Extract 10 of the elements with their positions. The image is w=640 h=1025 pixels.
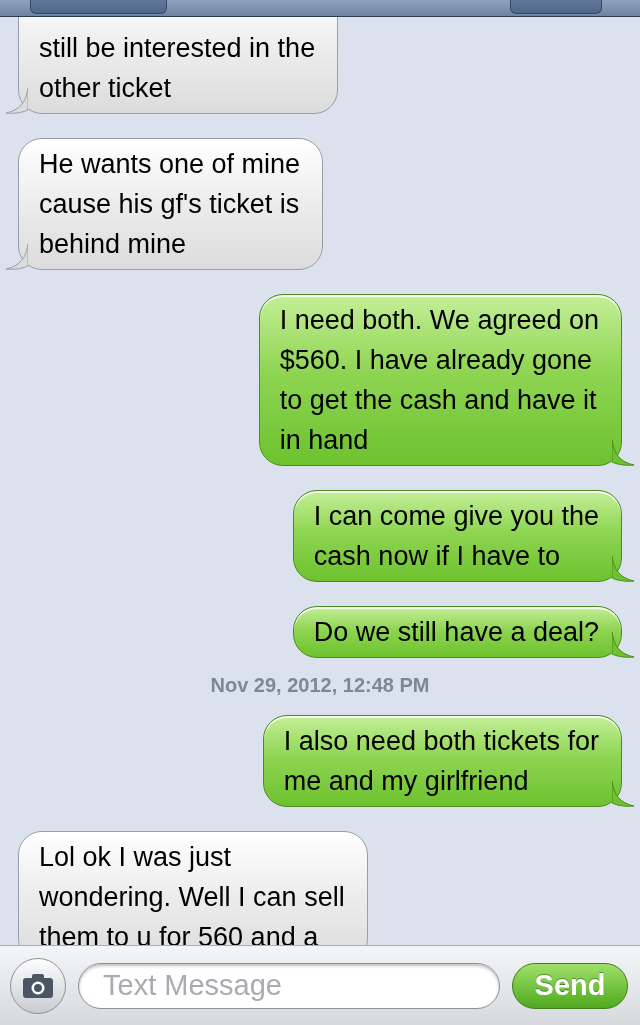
timestamp: Nov 29, 2012, 12:48 PM xyxy=(210,674,430,697)
bubble-tail-icon xyxy=(612,556,634,582)
bubble-tail-icon xyxy=(612,781,634,807)
bubble-tail-icon xyxy=(6,88,28,114)
bubble-tail-icon xyxy=(6,244,28,270)
bubble-tail-icon xyxy=(612,440,634,466)
message-field[interactable]: Text Message xyxy=(78,962,500,1009)
send-button[interactable]: Send xyxy=(512,962,628,1009)
camera-icon xyxy=(22,972,54,999)
bubble-tail-icon xyxy=(612,632,634,658)
